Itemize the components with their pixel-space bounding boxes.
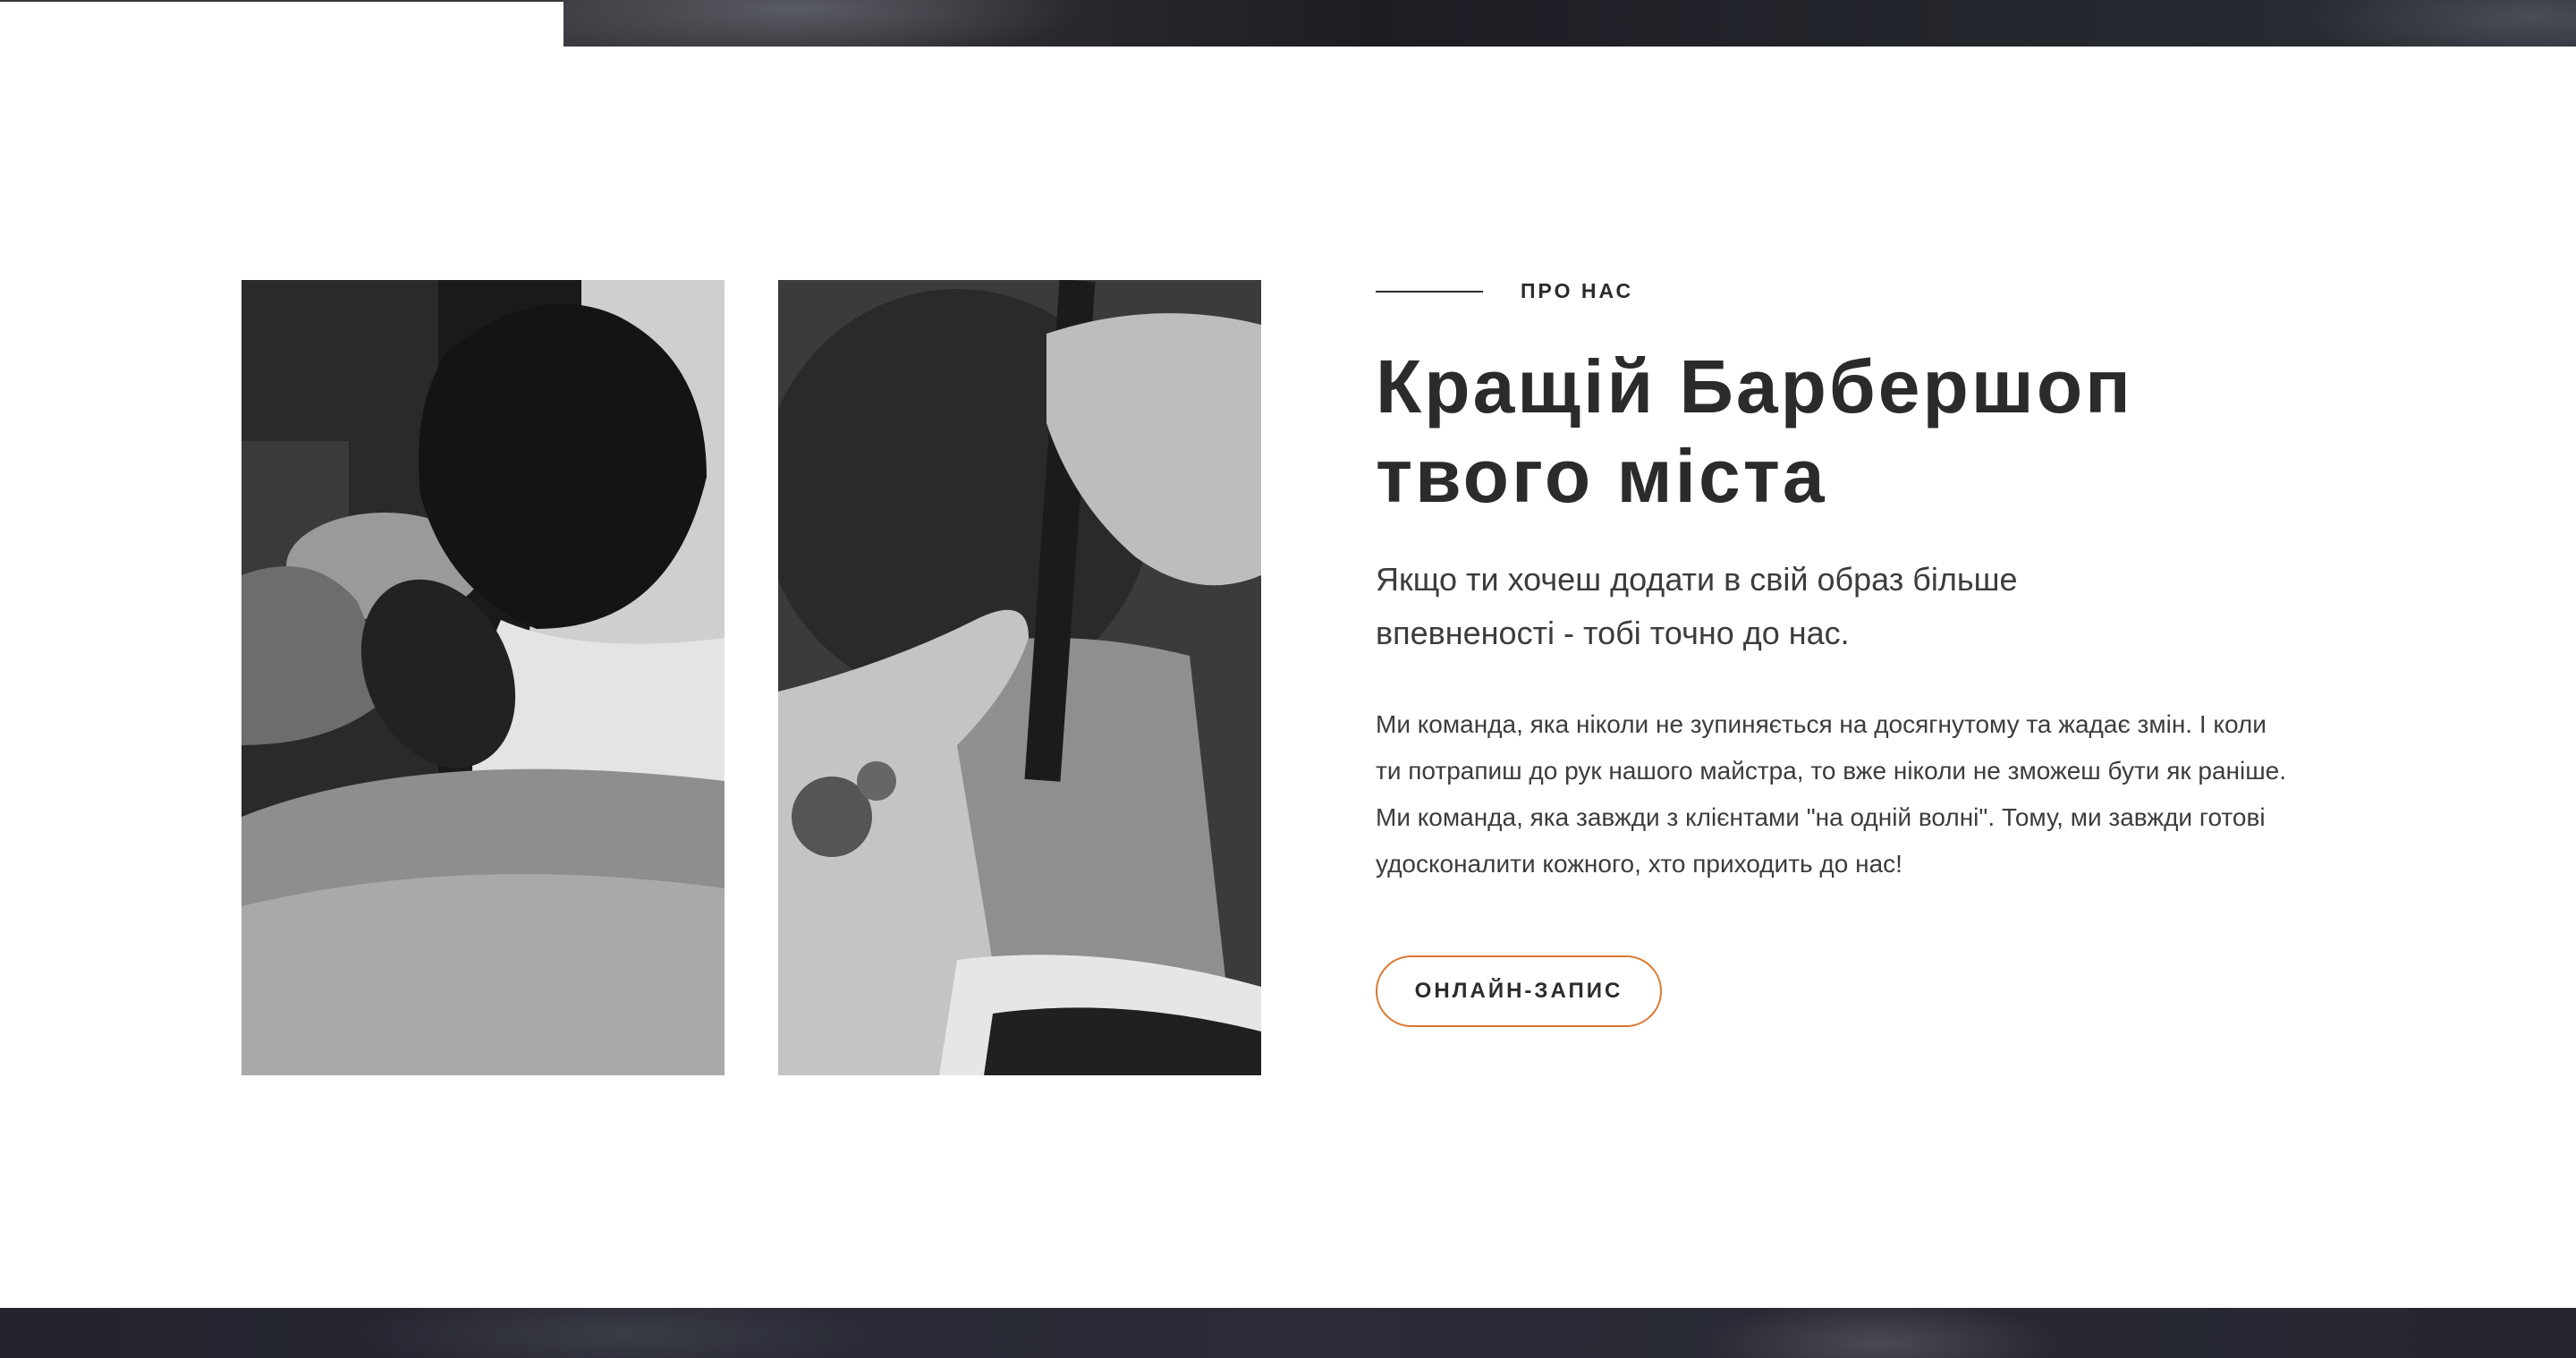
online-booking-button[interactable]: ОНЛАЙН-ЗАПИС: [1376, 955, 1662, 1027]
body-paragraph: Ми команда, яка ніколи не зупиняється на…: [1376, 710, 2287, 878]
eyebrow-line: [1376, 290, 1483, 293]
photo-beard-brush: [242, 280, 724, 1075]
section-title-line-1: Кращій Барбершоп: [1376, 344, 2133, 429]
section-eyebrow: ПРО НАС: [1376, 279, 1633, 303]
lead-paragraph: Якщо ти хочеш додати в свій образ більше…: [1376, 561, 2018, 651]
section-title: Кращій Барбершоп твого міста: [1376, 342, 2133, 521]
section-title-line-2: твого міста: [1376, 434, 1827, 518]
header-divider: [0, 0, 564, 2]
eyebrow-label: ПРО НАС: [1521, 279, 1634, 302]
next-section-band: [0, 1308, 2576, 1358]
photo-razor-shave: [778, 280, 1261, 1075]
hero-image-strip: [564, 0, 2576, 47]
